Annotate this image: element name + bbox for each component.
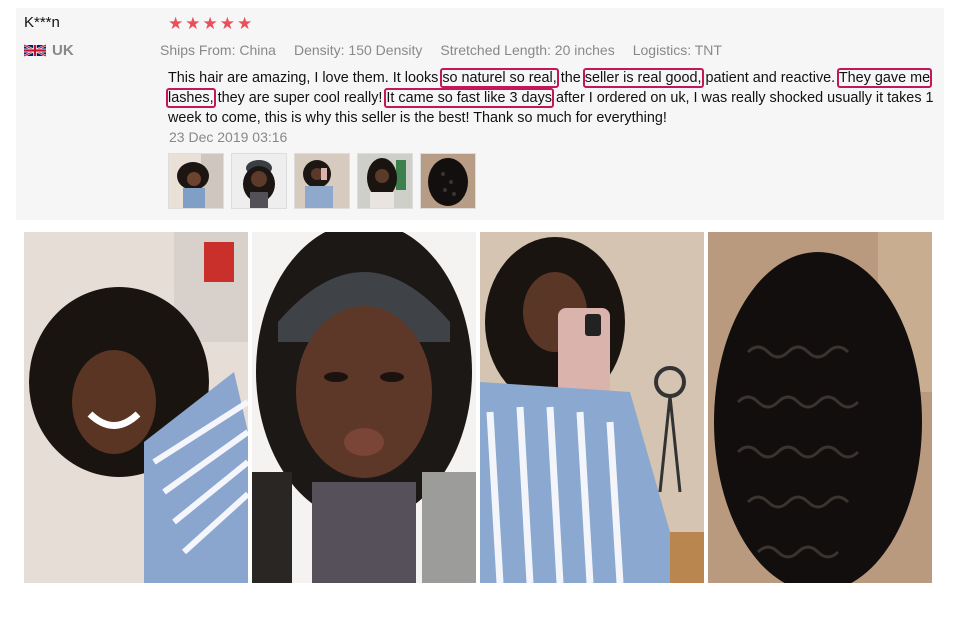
review-photo-image [24,232,248,583]
star-icon: ★ [219,14,235,33]
buyer-name: K***n [24,14,60,31]
review-text-segment: patient and reactive. [701,70,839,86]
attribute-ships-from: Ships From: China [160,42,276,58]
attribute-density: Density: 150 Density [293,42,423,58]
review-text: This hair are amazing, I love them. It l… [165,68,943,128]
attribute-logistics: Logistics: TNT [632,42,722,58]
highlighted-phrase: It came so fast like 3 days [384,88,554,108]
uk-flag-icon [24,44,46,57]
review-photo[interactable] [480,232,704,583]
star-icon: ★ [168,14,184,33]
review-text-segment: This hair are amazing, I love them. It l… [168,70,443,86]
review-photo[interactable] [252,232,476,583]
thumbnail-image [295,154,349,208]
star-rating: ★ ★ ★ ★ ★ [168,14,252,34]
thumbnail-image [169,154,223,208]
review-photo-image [708,232,932,583]
review-photo[interactable] [708,232,932,583]
highlighted-phrase: so naturel so real, [440,68,559,88]
country-label: UK [52,42,74,59]
review-photo[interactable] [24,232,248,583]
review-photo-gallery [24,232,932,583]
thumbnail-image [421,154,475,208]
review-card: K***n UK ★ ★ ★ ★ ★ Ships From: China Den… [16,8,944,220]
review-thumbnails [168,153,476,209]
review-thumbnail[interactable] [357,153,413,209]
review-photo-image [252,232,476,583]
thumbnail-image [232,154,286,208]
attribute-stretched-length: Stretched Length: 20 inches [440,42,615,58]
review-photo-image [480,232,704,583]
product-attributes: Ships From: China Density: 150 Density S… [160,42,722,58]
star-icon: ★ [202,14,218,33]
review-thumbnail[interactable] [294,153,350,209]
star-icon: ★ [237,14,253,33]
highlighted-phrase: seller is real good, [582,68,704,88]
buyer-country: UK [24,42,74,59]
review-text-segment: they are super cool really! [213,90,387,106]
review-thumbnail[interactable] [168,153,224,209]
review-thumbnail[interactable] [420,153,476,209]
star-icon: ★ [185,14,201,33]
review-date: 23 Dec 2019 03:16 [169,129,288,145]
thumbnail-image [358,154,412,208]
review-text-segment: the [556,70,585,86]
review-thumbnail[interactable] [231,153,287,209]
